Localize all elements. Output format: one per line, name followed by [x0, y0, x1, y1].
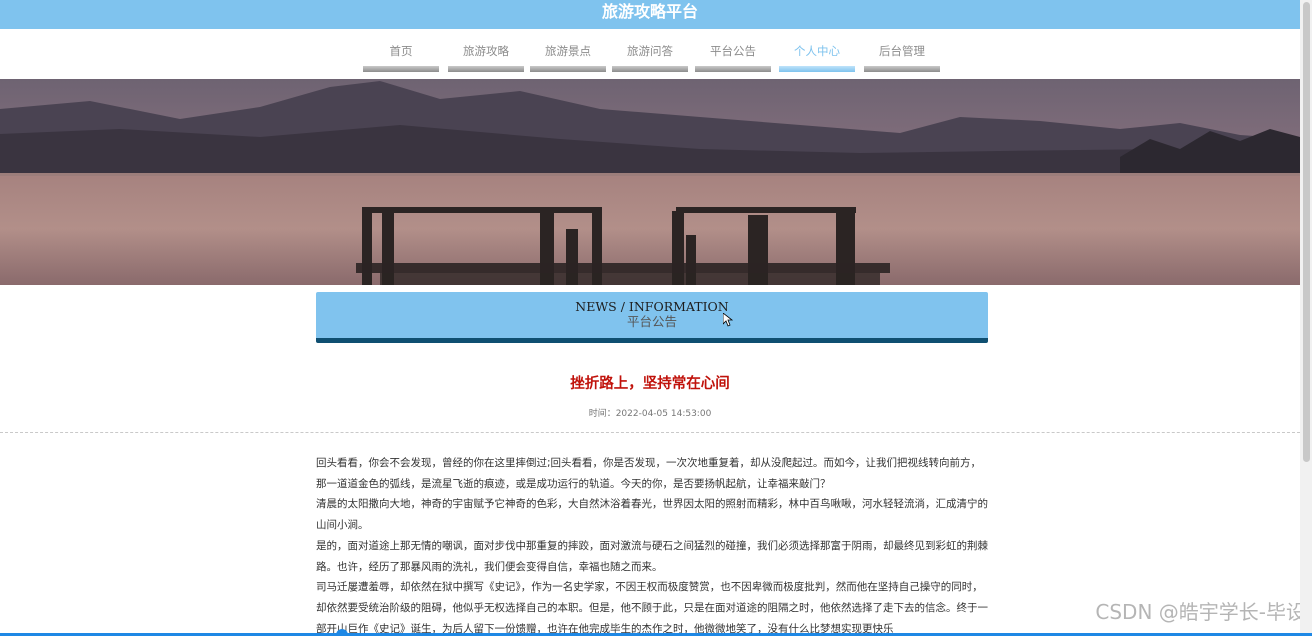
- article-time: 时间：2022-04-05 14:53:00: [0, 406, 1300, 419]
- nav-item-bar: [695, 66, 771, 72]
- nav-item-announcements[interactable]: 平台公告: [695, 42, 771, 72]
- nav-item-label: 旅游攻略: [463, 44, 509, 58]
- nav-item-attractions[interactable]: 旅游景点: [530, 42, 606, 72]
- hero-banner-image: [0, 79, 1300, 285]
- nav-item-home[interactable]: 首页: [363, 42, 439, 72]
- divider: [0, 432, 1300, 433]
- time-value: 2022-04-05 14:53:00: [615, 409, 712, 419]
- nav-item-label: 旅游问答: [627, 44, 673, 58]
- article-paragraph: 是的，面对道途上那无情的嘲讽，面对步伐中那重复的摔跤，面对激流与硬石之间猛烈的碰…: [316, 539, 988, 573]
- vertical-scrollbar[interactable]: [1300, 0, 1312, 636]
- mouse-cursor-icon: [723, 313, 733, 327]
- page: 旅游攻略平台 首页 旅游攻略 旅游景点 旅游问答 平台公告 个人中心 后台管理: [0, 0, 1312, 636]
- article-paragraph: 司马迁屡遭羞辱，却依然在狱中撰写《史记》，作为一名史学家，不因王权而极度赞赏，也…: [316, 581, 988, 635]
- article-paragraph: 回头看看，你会不会发现，曾经的你在这里摔倒过;回头看看，你是否发现，一次次地重复…: [316, 457, 982, 490]
- watermark: CSDN @皓宇学长-毕设: [1095, 600, 1306, 624]
- nav-item-label: 个人中心: [794, 44, 840, 58]
- main-nav: 首页 旅游攻略 旅游景点 旅游问答 平台公告 个人中心 后台管理: [0, 42, 1300, 74]
- nav-item-bar: [779, 66, 855, 72]
- scrollbar-thumb[interactable]: [1303, 2, 1310, 462]
- news-section-header: NEWS / INFORMATION 平台公告: [316, 292, 988, 343]
- article-body: 回头看看，你会不会发现，曾经的你在这里摔倒过;回头看看，你是否发现，一次次地重复…: [316, 453, 988, 636]
- nav-item-label: 首页: [389, 44, 413, 58]
- nav-item-bar: [448, 66, 524, 72]
- site-title: 旅游攻略平台: [601, 2, 698, 21]
- nav-item-label: 后台管理: [879, 44, 925, 58]
- site-header: 旅游攻略平台: [0, 0, 1300, 29]
- nav-item-personal-center[interactable]: 个人中心: [779, 42, 855, 72]
- nav-item-bar: [363, 66, 439, 72]
- section-title-zh: 平台公告: [626, 314, 677, 329]
- nav-item-bar: [530, 66, 606, 72]
- time-label: 时间：: [588, 409, 616, 419]
- section-title-en: NEWS / INFORMATION: [575, 299, 729, 314]
- nav-item-admin[interactable]: 后台管理: [864, 42, 940, 72]
- article-title: 挫折路上，坚持常在心间: [570, 376, 730, 392]
- article-paragraph: 清晨的太阳撒向大地，神奇的宇宙赋予它神奇的色彩，大自然沐浴着春光，世界因太阳的照…: [316, 498, 988, 532]
- nav-item-label: 平台公告: [710, 44, 756, 58]
- nav-item-bar: [612, 66, 688, 72]
- nav-item-label: 旅游景点: [545, 44, 591, 58]
- nav-item-qa[interactable]: 旅游问答: [612, 42, 688, 72]
- nav-item-bar: [864, 66, 940, 72]
- lake-pier-photo: [0, 79, 1300, 285]
- progress-handle[interactable]: [336, 629, 348, 636]
- nav-item-travel-guides[interactable]: 旅游攻略: [448, 42, 524, 72]
